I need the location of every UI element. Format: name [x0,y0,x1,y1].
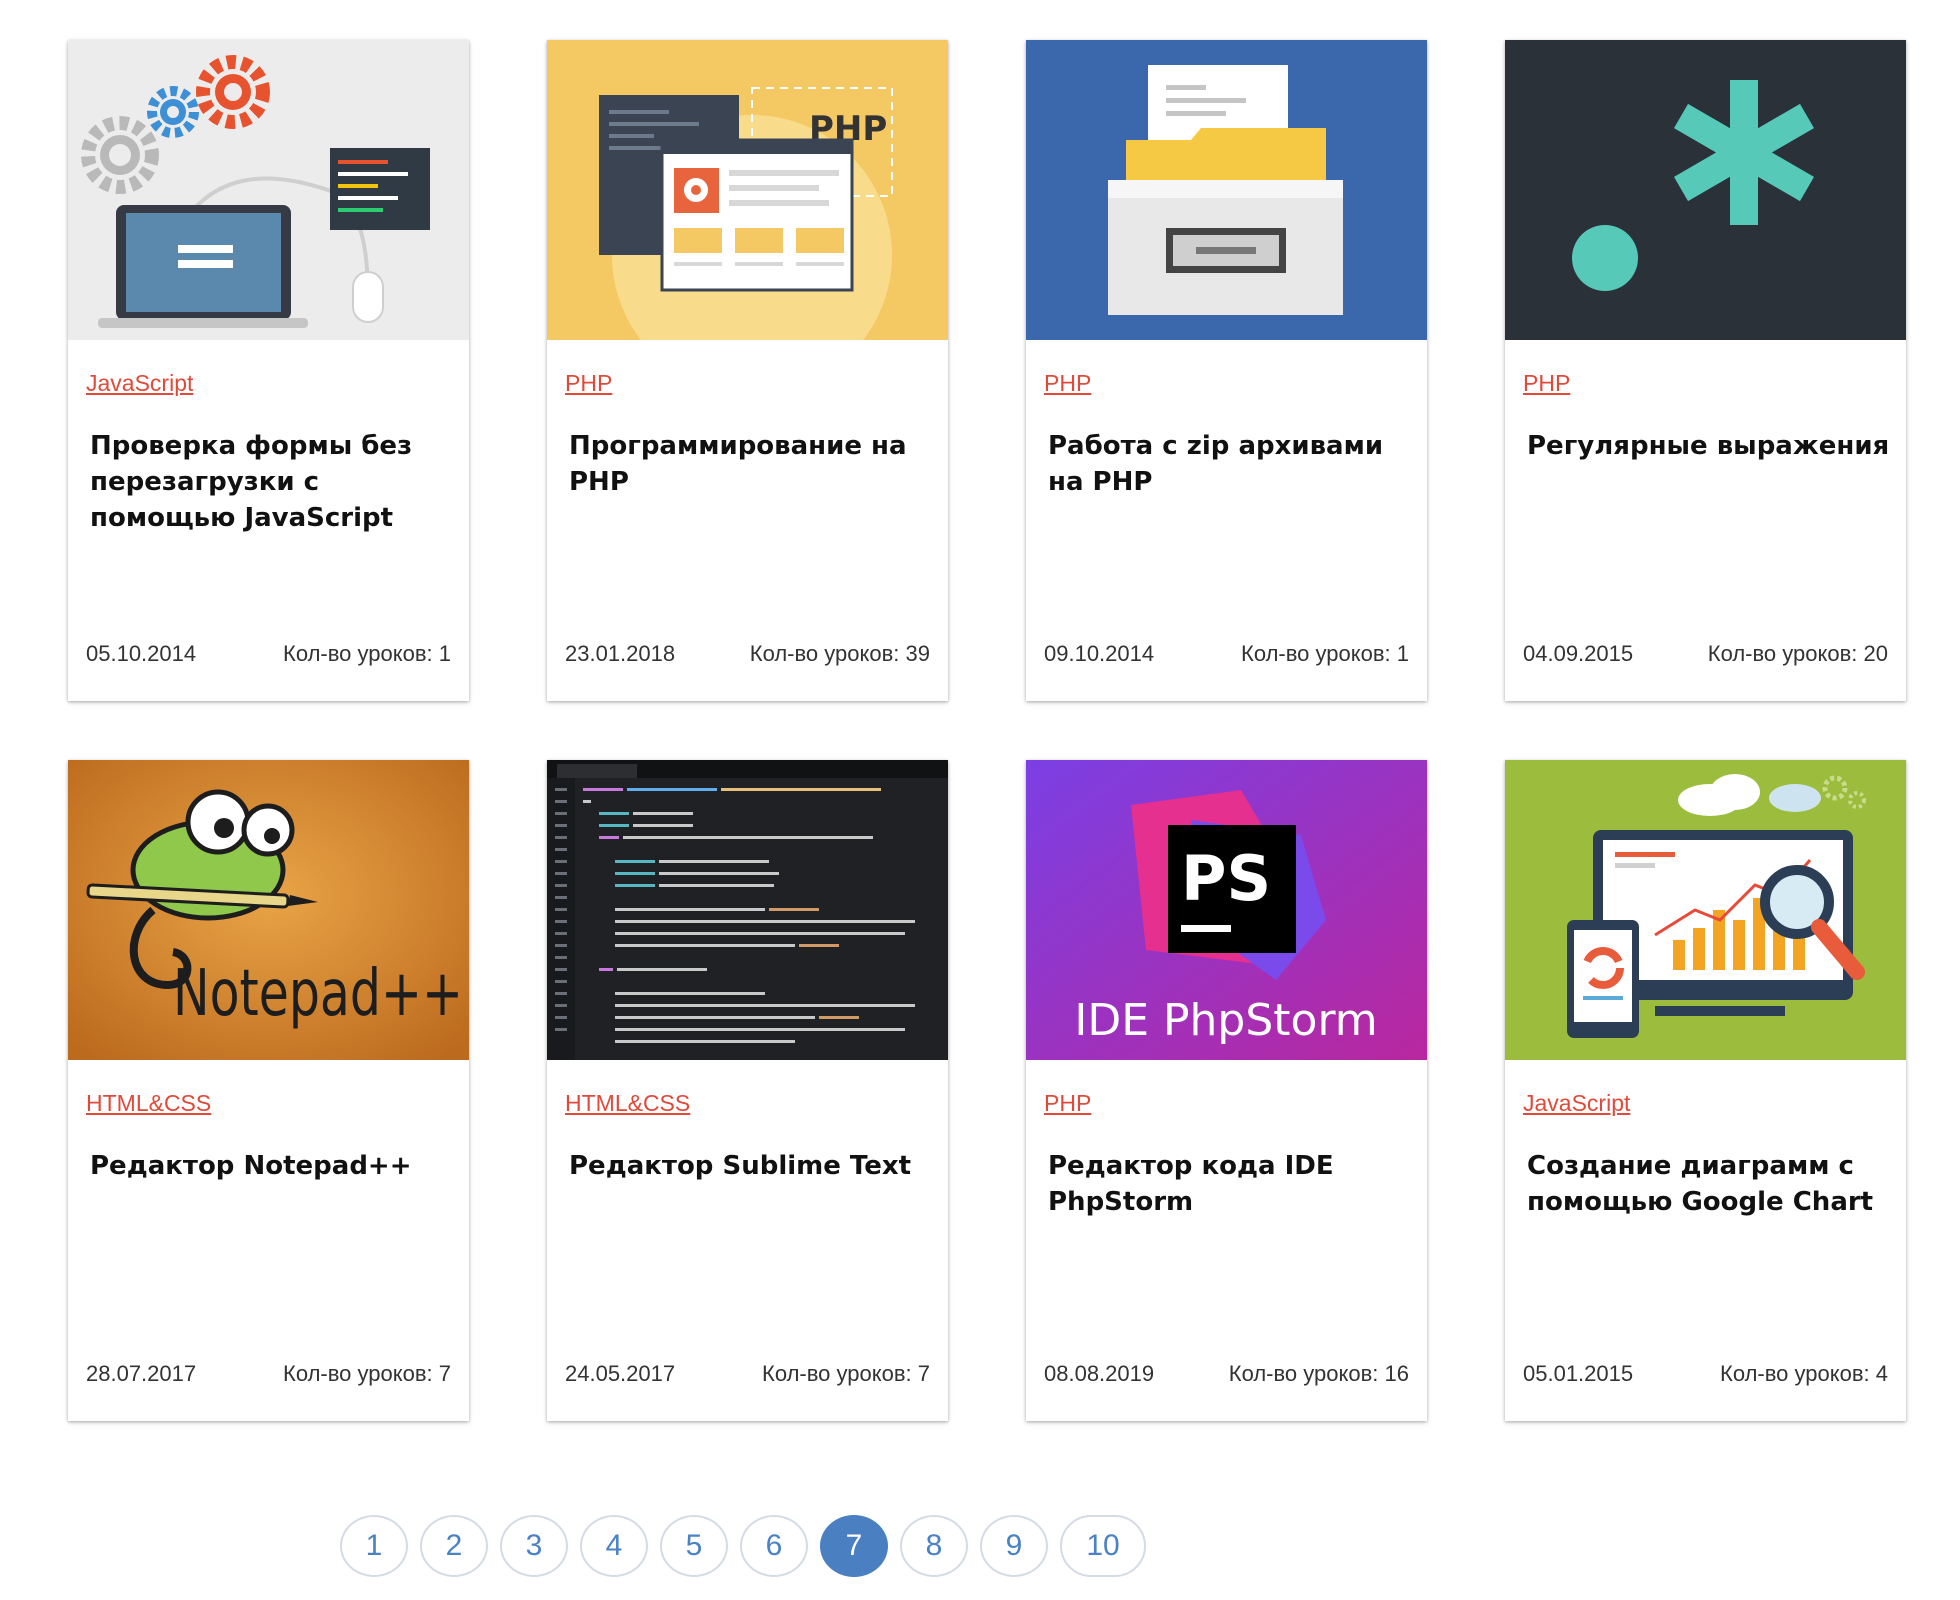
page-3-button[interactable]: 3 [500,1515,568,1577]
category-link[interactable]: HTML&CSS [565,1090,690,1117]
course-title[interactable]: Программирование на PHP [569,428,934,500]
course-thumbnail[interactable] [68,40,469,340]
lesson-count: Кол-во уроков: 7 [283,1361,451,1386]
notepad-logo-illustration: Notepad++ [68,760,469,1060]
page-9-button[interactable]: 9 [980,1515,1048,1577]
course-thumbnail[interactable]: PS IDE PhpStorm [1026,760,1427,1060]
category-link[interactable]: JavaScript [1523,1090,1630,1117]
category-link[interactable]: JavaScript [86,370,193,397]
course-card-regex[interactable]: PHP Регулярные выражения 04.09.2015 Кол-… [1505,40,1906,701]
php-code-illustration: PHP [547,40,948,340]
course-date: 28.07.2017 [86,1361,197,1386]
course-card-js-form-validation[interactable]: JavaScript Проверка формы без перезагруз… [68,40,469,701]
lesson-count: Кол-во уроков: 39 [749,641,930,666]
course-title[interactable]: Работа с zip архивами на PHP [1048,428,1413,500]
phpstorm-logo-illustration: PS IDE PhpStorm [1026,760,1427,1060]
page-5-button[interactable]: 5 [660,1515,728,1577]
course-thumbnail[interactable] [1505,40,1906,340]
lesson-count: Кол-во уроков: 4 [1720,1361,1888,1386]
course-card-google-chart[interactable]: JavaScript Создание диаграмм с помощью G… [1505,760,1906,1421]
page-7-button-current[interactable]: 7 [820,1515,888,1577]
page-1-button[interactable]: 1 [340,1515,408,1577]
chart-analytics-illustration [1505,760,1906,1060]
course-title[interactable]: Редактор кода IDE PhpStorm [1048,1148,1413,1220]
course-thumbnail[interactable] [547,760,948,1060]
course-thumbnail[interactable] [1026,40,1427,340]
category-link[interactable]: PHP [1044,1090,1091,1117]
course-title[interactable]: Редактор Notepad++ [90,1148,455,1184]
course-card-phpstorm[interactable]: PS IDE PhpStorm PHP Редактор кода IDE Ph… [1026,760,1427,1421]
course-date: 23.01.2018 [565,641,676,666]
phpstorm-logo-text: PS [1181,842,1271,915]
course-title[interactable]: Создание диаграмм с помощью Google Chart [1527,1148,1892,1220]
archive-folder-illustration [1026,40,1427,340]
category-link[interactable]: HTML&CSS [86,1090,211,1117]
course-card-php-zip[interactable]: PHP Работа с zip архивами на PHP 09.10.2… [1026,40,1427,701]
page-10-button[interactable]: 10 [1060,1515,1146,1577]
lesson-count: Кол-во уроков: 1 [1241,641,1409,666]
course-date: 04.09.2015 [1523,641,1634,666]
course-title[interactable]: Регулярные выражения [1527,428,1892,464]
course-card-sublime[interactable]: HTML&CSS Редактор Sublime Text 24.05.201… [547,760,948,1421]
course-date: 24.05.2017 [565,1361,676,1386]
lesson-count: Кол-во уроков: 20 [1707,641,1888,666]
course-date: 05.01.2015 [1523,1361,1634,1386]
pagination: 1 2 3 4 5 6 7 8 9 10 [0,1515,1960,1585]
course-thumbnail[interactable] [1505,760,1906,1060]
course-thumbnail[interactable]: PHP [547,40,948,340]
course-card-php-programming[interactable]: PHP PHP Программирование на PHP 23.01.20… [547,40,948,701]
category-link[interactable]: PHP [565,370,612,397]
course-thumbnail[interactable]: Notepad++ [68,760,469,1060]
gears-laptop-illustration [68,40,469,340]
page-8-button[interactable]: 8 [900,1515,968,1577]
course-grid: JavaScript Проверка формы без перезагруз… [0,0,1960,1500]
lesson-count: Кол-во уроков: 7 [762,1361,930,1386]
phpstorm-image-text: IDE PhpStorm [1074,995,1377,1046]
notepad-image-text: Notepad++ [173,957,463,1031]
course-date: 08.08.2019 [1044,1361,1155,1386]
course-date: 05.10.2014 [86,641,197,666]
category-link[interactable]: PHP [1044,370,1091,397]
code-editor-screenshot [547,760,948,1060]
page-2-button[interactable]: 2 [420,1515,488,1577]
page-6-button[interactable]: 6 [740,1515,808,1577]
lesson-count: Кол-во уроков: 16 [1228,1361,1409,1386]
course-title[interactable]: Проверка формы без перезагрузки с помощь… [90,428,455,536]
course-date: 09.10.2014 [1044,641,1155,666]
course-card-notepad[interactable]: Notepad++ HTML&CSS Редактор Notepad++ 28… [68,760,469,1421]
lesson-count: Кол-во уроков: 1 [283,641,451,666]
regex-symbol-illustration [1505,40,1906,340]
page-4-button[interactable]: 4 [580,1515,648,1577]
category-link[interactable]: PHP [1523,370,1570,397]
course-title[interactable]: Редактор Sublime Text [569,1148,934,1184]
